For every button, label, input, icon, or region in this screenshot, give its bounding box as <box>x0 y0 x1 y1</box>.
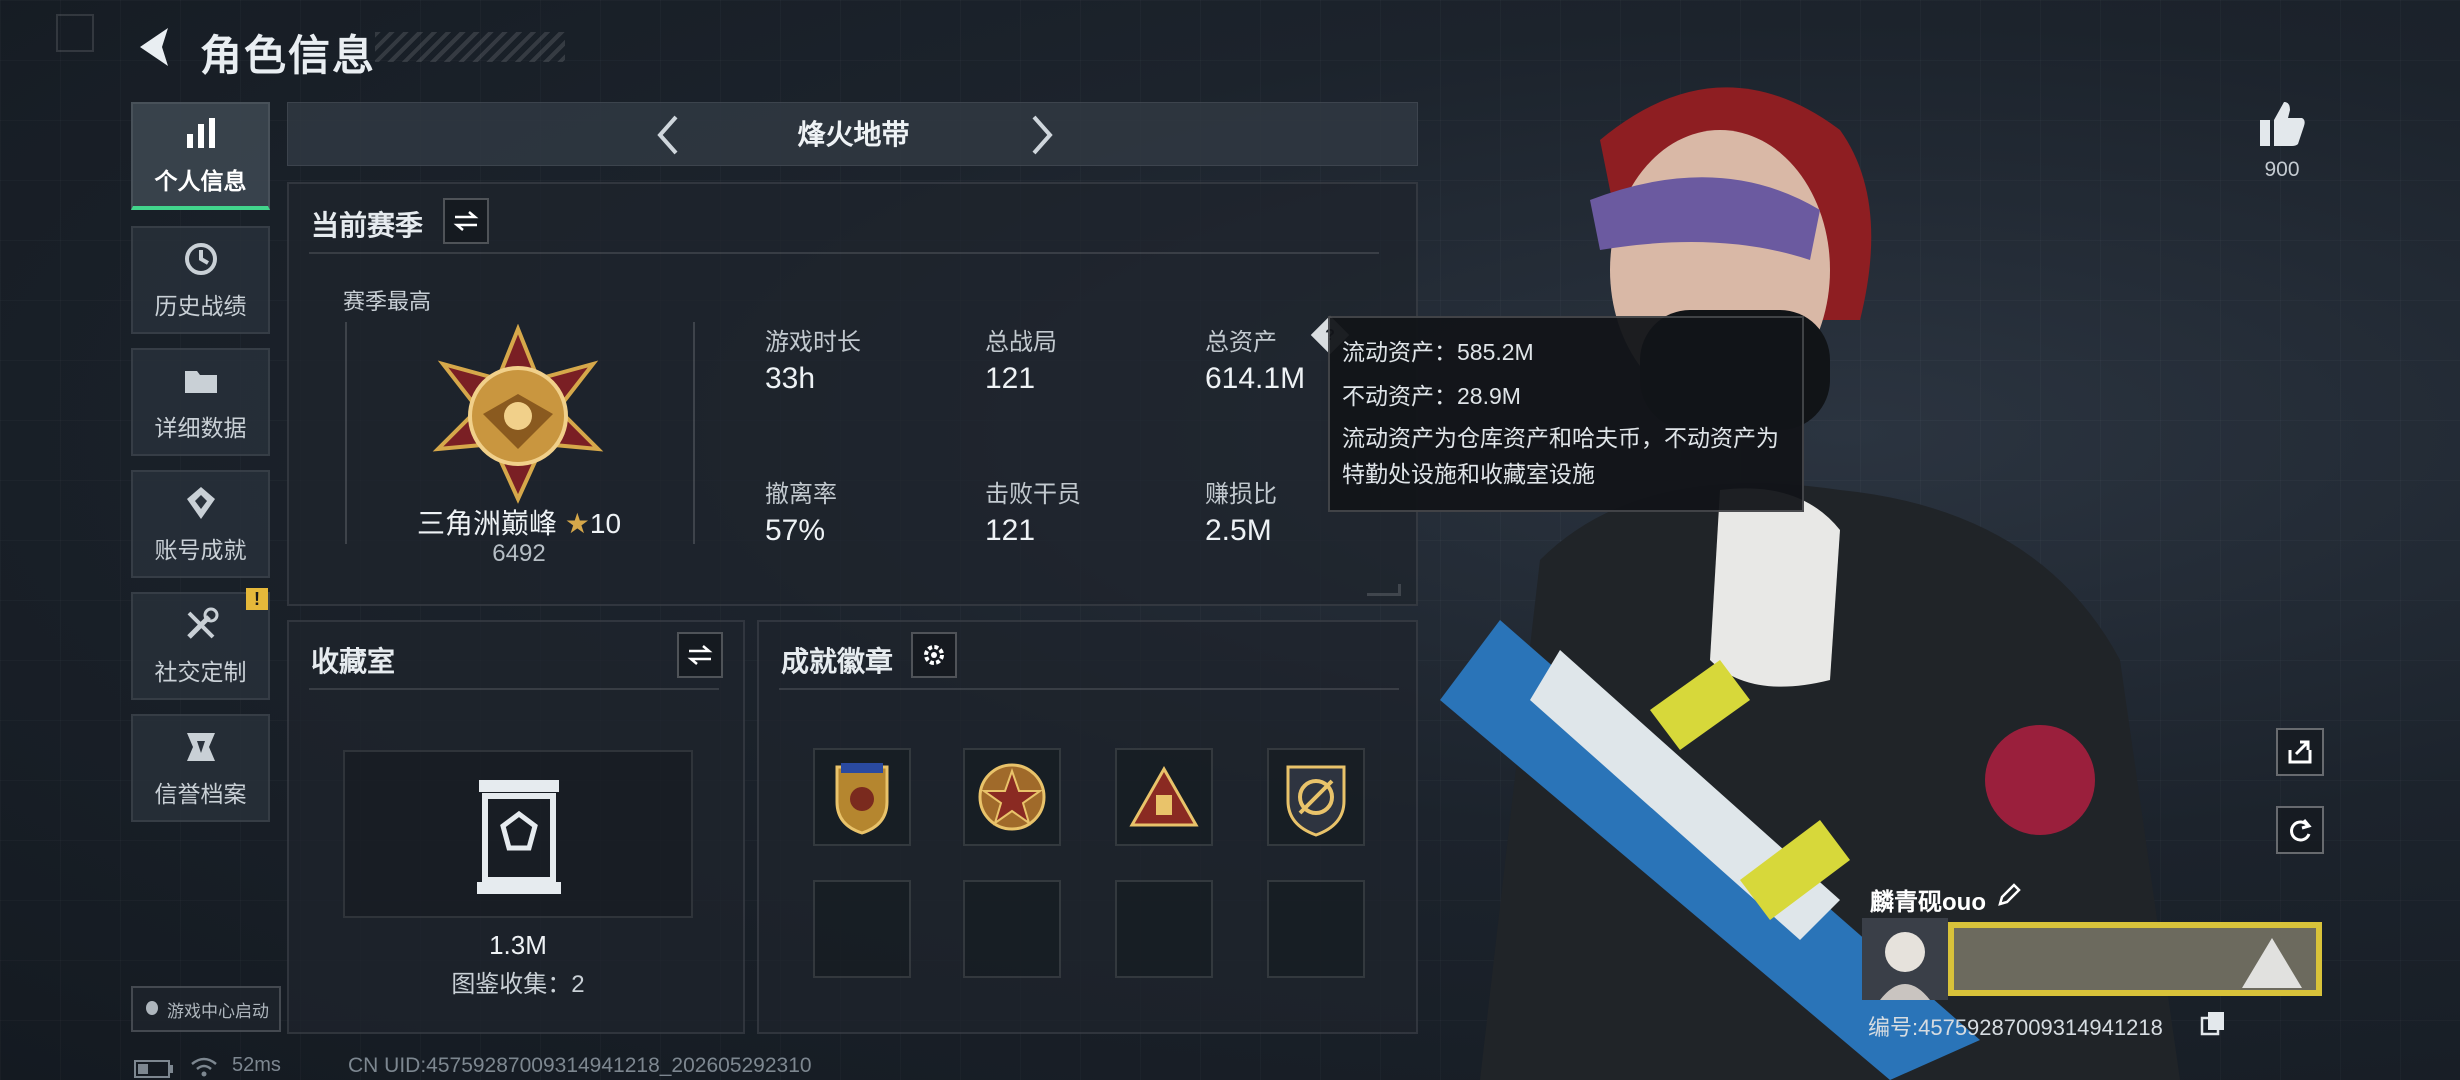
badge-star-icon <box>978 763 1046 831</box>
badges-panel: 成就徽章 <box>757 620 1418 1034</box>
bar-chart-icon <box>186 118 215 148</box>
swap-icon <box>453 211 479 231</box>
sidebar-item-label: 账号成就 <box>154 537 247 563</box>
tools-icon <box>186 607 218 639</box>
rank-emblem-icon <box>432 324 604 504</box>
badge-shield-icon <box>835 763 889 835</box>
next-mode-arrow-icon[interactable] <box>1016 111 1064 159</box>
sidebar-item-label: 详细数据 <box>154 415 247 441</box>
stat-value: 2.5M <box>1205 514 1272 547</box>
badges-settings-button[interactable] <box>911 632 957 678</box>
qq-icon <box>146 1001 158 1015</box>
sidebar-item-label: 社交定制 <box>154 659 247 685</box>
stat-label: 总资产 <box>1205 329 1277 356</box>
rank-info: 三角洲巅峰 ★10 <box>399 502 639 542</box>
corner-decoration <box>56 14 94 52</box>
badges-title: 成就徽章 <box>781 646 894 677</box>
stat-value: 121 <box>985 514 1036 547</box>
star-icon: ★ <box>564 508 590 539</box>
badge-slot-empty[interactable] <box>1115 880 1213 978</box>
share-icon <box>2288 740 2312 764</box>
badge-slot[interactable] <box>1115 748 1213 846</box>
collection-panel: 收藏室 1.3M 图鉴收集：2 <box>287 620 745 1034</box>
assets-tooltip: 流动资产：585.2M 不动资产：28.9M 流动资产为仓库资产和哈夫币，不动资… <box>1328 316 1804 512</box>
sidebar-item-achievements[interactable]: 账号成就 <box>131 470 270 578</box>
notice-badge: ! <box>246 588 268 610</box>
swap-icon <box>687 645 713 665</box>
uid-text: CN UID:4575928700931494121​8_20260529231… <box>348 1054 812 1077</box>
badge-slot[interactable] <box>963 748 1061 846</box>
badge-slot-empty[interactable] <box>813 880 911 978</box>
share-button[interactable] <box>2276 728 2324 776</box>
stat-label: 击败干员 <box>985 481 1081 508</box>
sidebar-item-personal-info[interactable]: 个人信息 <box>131 102 270 210</box>
sidebar-item-detailed-data[interactable]: 详细数据 <box>131 348 270 456</box>
sidebar-item-credit[interactable]: 信誉档案 <box>131 714 270 822</box>
launch-label: 游戏中心启动 <box>167 1001 269 1021</box>
thumbs-up-icon[interactable] <box>2254 96 2310 152</box>
stat-label: 撤离率 <box>765 481 837 508</box>
achievement-icon <box>186 487 215 519</box>
season-panel: 当前赛季 赛季最高 三角洲巅峰 ★10 6492 游戏时长 33h 总战局 12… <box>287 182 1418 606</box>
mode-title: 烽火地带 <box>797 119 910 150</box>
divider <box>309 252 1379 254</box>
collection-switch-button[interactable] <box>677 632 723 678</box>
sidebar-item-label: 信誉档案 <box>154 781 247 807</box>
copy-icon[interactable] <box>2200 1010 2226 1036</box>
badge-slot-empty[interactable] <box>963 880 1061 978</box>
refresh-button[interactable] <box>2276 806 2324 854</box>
stat-value: 33h <box>765 362 816 395</box>
stat-value: 57% <box>765 514 826 547</box>
battery-icon <box>134 1060 173 1078</box>
stat-label: 总战局 <box>985 329 1057 356</box>
player-name: 麟青砚ouo <box>1870 889 1986 916</box>
game-center-launch-button[interactable]: 游戏中心启动 <box>131 986 281 1032</box>
sidebar-item-history[interactable]: 历史战绩 <box>131 226 270 334</box>
credit-icon <box>186 733 215 761</box>
collection-value: 1.3M <box>489 930 547 960</box>
title-decoration <box>375 32 565 62</box>
rank-name: 三角洲巅峰 <box>416 508 557 539</box>
sidebar-item-label: 历史战绩 <box>154 293 247 319</box>
stat-value: 614.1M <box>1205 362 1306 395</box>
refresh-icon <box>2290 819 2312 842</box>
display-case-icon <box>477 780 561 894</box>
wifi-icon <box>191 1057 217 1077</box>
season-title: 当前赛季 <box>311 210 424 241</box>
ping-text: 52ms <box>232 1054 281 1076</box>
tooltip-note: 流动资产为仓库资产和哈夫币，不动资产为特勤处设施和收藏室设施 <box>1342 425 1779 487</box>
divider <box>309 688 719 690</box>
edit-icon[interactable] <box>1994 880 2024 910</box>
collection-preview[interactable] <box>343 750 693 918</box>
page-title: 角色信息 <box>200 32 377 79</box>
prev-mode-arrow-icon[interactable] <box>646 111 694 159</box>
stat-label: 游戏时长 <box>765 329 861 356</box>
season-best-label: 赛季最高 <box>343 289 432 314</box>
stat-value: 121 <box>985 362 1036 395</box>
history-icon <box>184 243 217 275</box>
stat-label: 赚损比 <box>1205 481 1277 508</box>
badge-emblem-icon <box>1286 765 1346 837</box>
rank-points: 6492 <box>492 540 546 567</box>
season-switch-button[interactable] <box>443 198 489 244</box>
tooltip-liquid-assets: 流动资产：585.2M <box>1342 339 1534 365</box>
sidebar-item-label: 个人信息 <box>154 168 247 194</box>
back-arrow-icon[interactable] <box>130 22 180 72</box>
badge-slot-empty[interactable] <box>1267 880 1365 978</box>
player-id: 编号:4575928700931494121​8 <box>1868 1015 2163 1040</box>
collection-title: 收藏室 <box>311 646 396 677</box>
folder-icon <box>184 371 217 393</box>
gear-icon <box>924 645 944 665</box>
corner-decoration <box>1367 584 1401 596</box>
tooltip-fixed-assets: 不动资产：28.9M <box>1342 383 1521 409</box>
mode-selector: 烽火地带 <box>287 102 1418 166</box>
collection-catalog: 图鉴收集：2 <box>451 971 585 998</box>
badge-triangle-icon <box>1129 765 1199 827</box>
like-count: 900 <box>2264 158 2300 181</box>
badge-slot[interactable] <box>1267 748 1365 846</box>
rank-stars: 10 <box>589 508 622 539</box>
divider <box>779 688 1399 690</box>
namecard-banner[interactable] <box>1862 918 2322 1000</box>
badge-slot[interactable] <box>813 748 911 846</box>
